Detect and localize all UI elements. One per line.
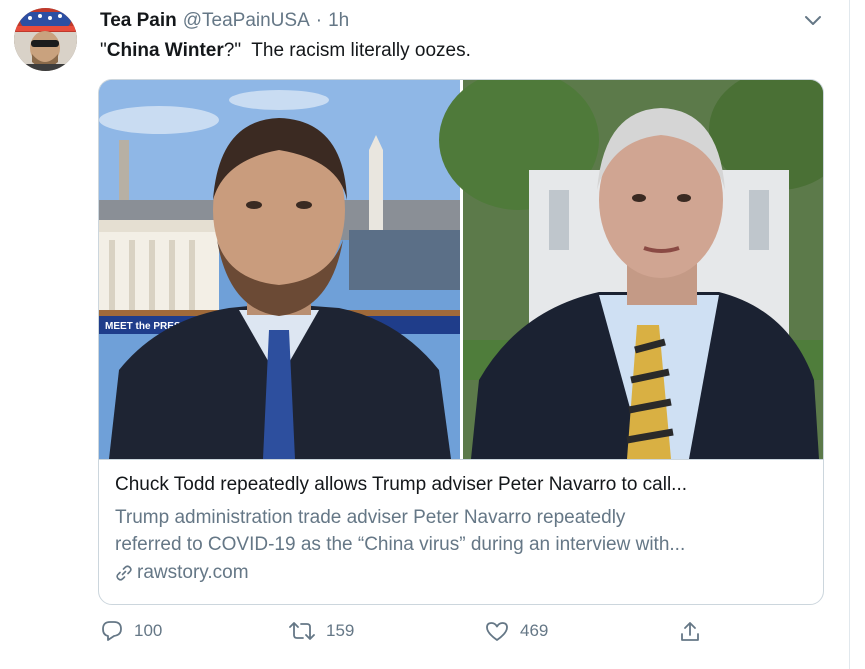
retweet-count: 159 <box>326 621 355 640</box>
heart-icon <box>486 622 508 641</box>
card-domain-text: rawstory.com <box>137 562 249 583</box>
header-separator: · <box>315 10 323 31</box>
card-description-line: referred to COVID-19 as the “China virus… <box>115 534 686 555</box>
share-icon <box>681 622 699 641</box>
author-name[interactable]: Tea Pain <box>100 10 177 32</box>
tweet-timestamp[interactable]: 1h <box>328 10 349 32</box>
link-card[interactable]: MEET the PRESS Chuck Todd repeatedly all… <box>98 79 824 605</box>
tweet-actions: 100 159 469 <box>100 620 720 646</box>
tweet-header: Tea Pain @TeaPainUSA · 1h <box>100 8 349 34</box>
share-button[interactable] <box>678 620 712 644</box>
tweet-text-quote: " <box>100 40 107 61</box>
reply-count: 100 <box>134 621 163 640</box>
tweet-text-bold: China Winter <box>106 40 224 61</box>
author-handle[interactable]: @TeaPainUSA <box>183 10 310 32</box>
card-domain[interactable]: rawstory.com <box>115 562 249 584</box>
card-title[interactable]: Chuck Todd repeatedly allows Trump advis… <box>115 474 815 496</box>
avatar[interactable] <box>14 8 77 71</box>
reply-icon <box>102 621 122 641</box>
like-count: 469 <box>520 621 549 640</box>
card-description: Trump administration trade adviser Peter… <box>115 504 815 558</box>
tweet-text: "China Winter?" The racism literally ooz… <box>100 40 471 62</box>
link-icon <box>116 565 132 581</box>
retweet-icon <box>289 622 315 640</box>
card-description-line: Trump administration trade adviser Peter… <box>115 507 626 528</box>
tweet[interactable]: Tea Pain @TeaPainUSA · 1h "China Winter?… <box>0 0 850 669</box>
more-options-chevron-down-icon[interactable] <box>803 12 823 30</box>
reply-button[interactable]: 100 <box>100 620 162 642</box>
avatar-image <box>14 8 77 71</box>
like-button[interactable]: 469 <box>484 620 548 642</box>
retweet-button[interactable]: 159 <box>288 620 354 642</box>
tweet-text-rest: ?" The racism literally oozes. <box>223 40 471 61</box>
card-body[interactable]: Chuck Todd repeatedly allows Trump advis… <box>99 459 823 604</box>
card-image[interactable]: MEET the PRESS <box>99 80 823 459</box>
